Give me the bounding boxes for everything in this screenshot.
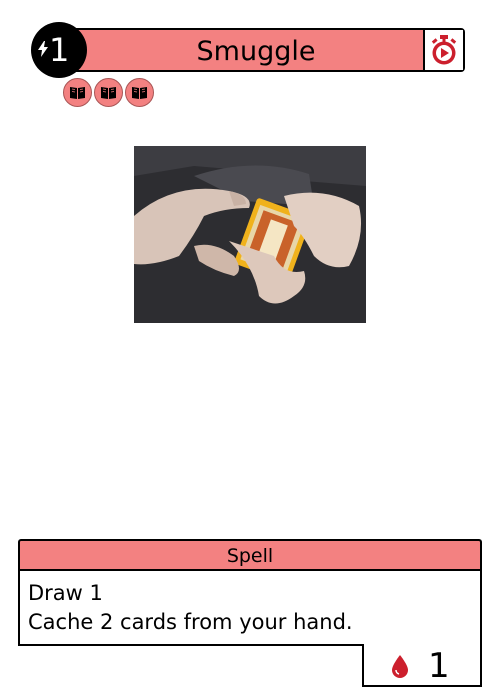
card-title-bar: Smuggle [57,28,465,72]
card-title: Smuggle [196,36,316,67]
stopwatch-play-icon [431,35,457,65]
blood-drop-icon [392,655,408,678]
card-type-bar: Spell [18,539,482,571]
book-icon [101,86,116,99]
card-rules-text: Draw 1 Cache 2 cards from your hand. [18,569,482,646]
rules-line: Draw 1 [28,581,103,605]
book-icon [132,86,147,99]
lightning-bolt-icon [38,41,48,57]
book-token [125,78,154,107]
stat-value: 1 [428,646,450,686]
cost-value: 1 [49,31,70,69]
card-art [134,146,366,323]
book-token [94,78,123,107]
hands-hiding-card-deck-art [134,146,366,323]
timing-icon-box [423,30,463,70]
book-icon [70,86,85,99]
card-stat-box: 1 [362,644,482,687]
cost-badge: 1 [31,22,87,78]
rules-line: Cache 2 cards from your hand. [28,610,353,634]
book-token [63,78,92,107]
token-row [63,78,154,107]
